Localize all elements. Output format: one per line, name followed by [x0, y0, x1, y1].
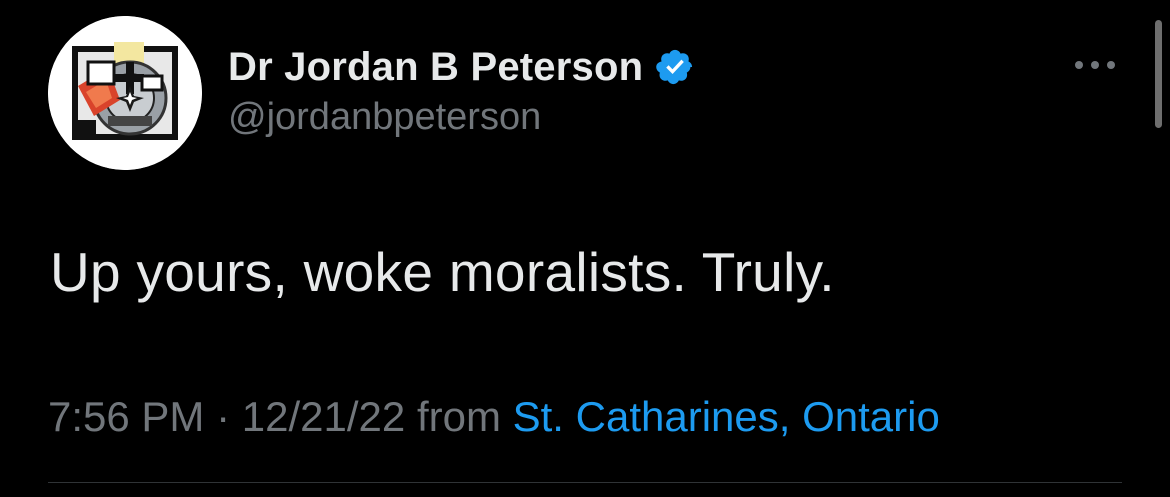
- divider: [48, 482, 1122, 483]
- scrollbar-thumb[interactable]: [1155, 20, 1162, 128]
- verified-badge-icon: [655, 47, 695, 87]
- tweet-text: Up yours, woke moralists. Truly.: [50, 241, 835, 303]
- tweet-time[interactable]: 7:56 PM: [48, 393, 204, 440]
- author-display-name[interactable]: Dr Jordan B Peterson: [228, 45, 643, 90]
- author-name-row: Dr Jordan B Peterson: [228, 40, 695, 94]
- meta-separator: ·: [216, 393, 231, 440]
- from-label: from: [416, 393, 501, 440]
- author-handle[interactable]: @jordanbpeterson: [228, 96, 541, 139]
- avatar[interactable]: [48, 16, 202, 170]
- tweet-detail: Dr Jordan B Peterson @jordanbpeterson Up…: [0, 0, 1170, 497]
- tweet-location-link[interactable]: St. Catharines, Ontario: [513, 393, 940, 440]
- more-horizontal-icon: [1075, 61, 1115, 69]
- avatar-logo-icon: [48, 16, 202, 170]
- more-options-button[interactable]: [1070, 50, 1120, 80]
- tweet-date[interactable]: 12/21/22: [242, 393, 406, 440]
- tweet-metadata: 7:56 PM · 12/21/22 from St. Catharines, …: [48, 393, 940, 441]
